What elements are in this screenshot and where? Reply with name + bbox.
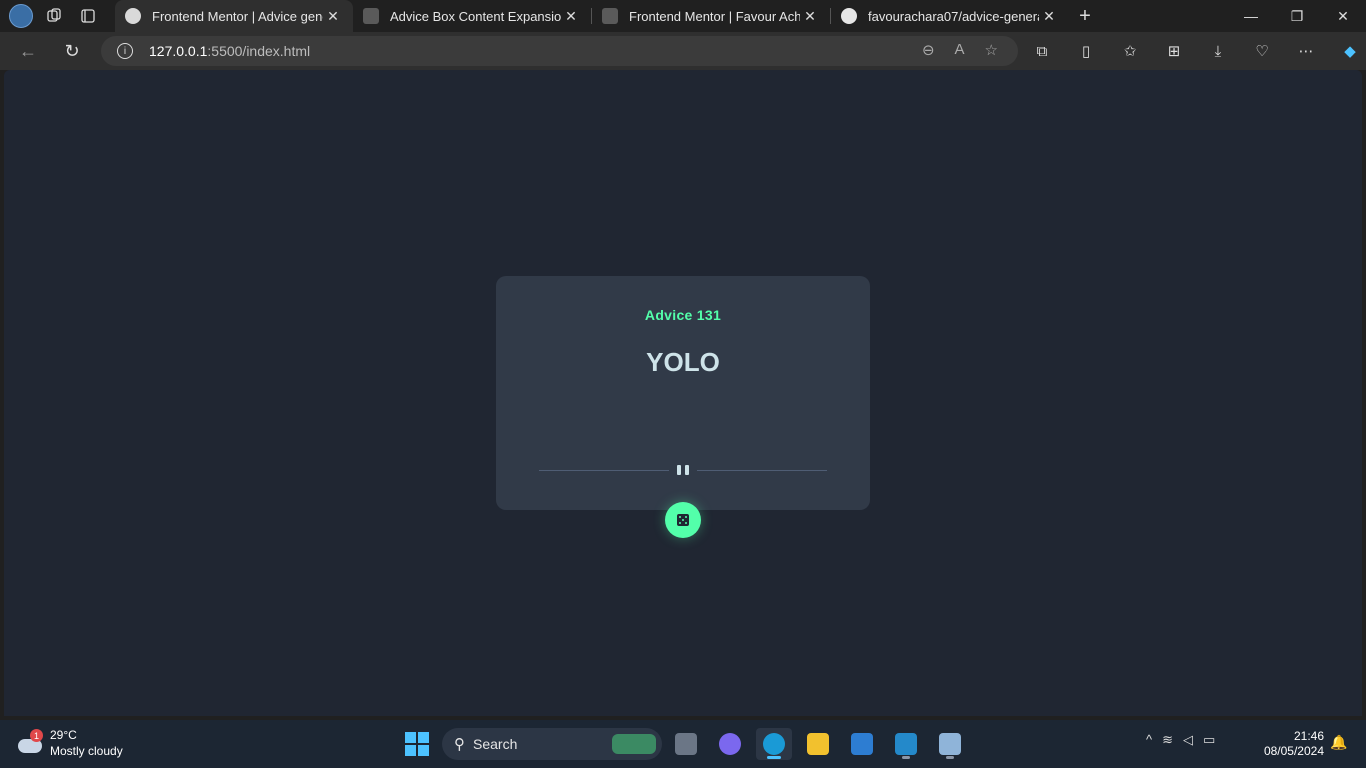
read-aloud-icon[interactable]: A [955,41,965,59]
close-tab-icon[interactable]: ✕ [800,8,820,25]
battery-icon[interactable]: ▭ [1203,732,1215,748]
page-viewport: Advice 131 YOLO [4,70,1362,716]
cloudy-weather-icon: 1 [16,729,44,755]
tab-advice-box[interactable]: Advice Box Content Expansion ✕ [353,0,591,32]
collections-icon[interactable]: ⊞ [1152,36,1196,66]
split-screen-icon[interactable]: ▯ [1064,36,1108,66]
back-icon[interactable]: ← [10,36,46,66]
browser-essentials-icon[interactable]: ♡ [1240,36,1284,66]
new-tab-icon[interactable]: + [1069,0,1101,32]
volume-icon[interactable]: ◁ [1183,732,1193,748]
wifi-icon[interactable]: ≋ [1162,732,1173,748]
advice-card: Advice 131 YOLO [496,276,870,510]
taskbar-search[interactable]: ⚲ Search [442,728,662,760]
windows-start-icon[interactable] [405,732,429,756]
pattern-divider [539,465,827,475]
tab-actions-icon[interactable] [75,3,101,29]
profile-avatar[interactable] [9,4,33,28]
close-tab-icon[interactable]: ✕ [561,8,581,25]
close-tab-icon[interactable]: ✕ [1039,8,1059,25]
more-menu-icon[interactable]: ⋯ [1284,36,1328,66]
github-favicon-icon [841,8,857,24]
frontend-mentor-favicon-icon [125,8,141,24]
notification-bell-icon[interactable]: 🔔 [1330,734,1347,751]
clock-time: 21:46 [1293,729,1324,743]
notification-badge: 1 [30,729,43,742]
close-tab-icon[interactable]: ✕ [323,8,343,25]
system-clock[interactable]: 21:46 08/05/2024 [1258,729,1324,759]
divider-line [697,469,827,471]
microsoft-store-icon[interactable] [844,728,880,760]
workspaces-icon[interactable] [41,3,67,29]
weather-widget[interactable]: 1 29°C Mostly cloudy [16,727,123,759]
window-controls: — ❐ ✕ [1228,0,1366,32]
zoom-icon[interactable]: ⊖ [922,41,935,59]
tab-github-repo[interactable]: favourachara07/advice-generator ✕ [831,0,1069,32]
extensions-icon[interactable]: ⧉ [1020,36,1064,66]
divider-line [539,469,669,471]
site-info-icon[interactable]: i [117,43,133,59]
close-window-icon[interactable]: ✕ [1320,0,1366,32]
teams-chat-icon[interactable] [712,728,748,760]
downloads-icon[interactable]: ⤓ [1196,36,1240,66]
favorite-star-icon[interactable]: ☆ [985,41,998,59]
system-tray: ^ ≋ ◁ ▭ [1146,732,1215,748]
file-explorer-icon[interactable] [800,728,836,760]
pause-icon [669,465,697,475]
generate-advice-button[interactable] [665,502,701,538]
url-path: :5500/index.html [207,43,311,59]
tab-title: Frontend Mentor | Favour Achara [629,8,800,24]
browser-toolbar: ← ↻ i 127.0.0.1:5500/index.html ⊖ A ☆ ⧉ … [0,32,1366,70]
chatgpt-favicon-icon [363,8,379,24]
search-icon: ⚲ [454,736,465,753]
refresh-icon[interactable]: ↻ [54,36,90,66]
tab-title: favourachara07/advice-generator [868,8,1039,24]
search-label: Search [473,736,518,752]
clock-date: 08/05/2024 [1263,744,1324,758]
url-host: 127.0.0.1 [149,43,208,59]
weather-temperature: 29°C [50,728,77,742]
copilot-icon[interactable]: ◆ [1328,36,1366,66]
search-highlight-image [612,734,656,754]
dice-icon [677,514,689,526]
edge-browser-icon[interactable] [756,728,792,760]
restore-icon[interactable]: ❐ [1274,0,1320,32]
frontend-mentor-favicon-icon [602,8,618,24]
url-text: 127.0.0.1:5500/index.html [149,43,310,59]
photos-app-icon[interactable] [932,728,968,760]
advice-id-label: Advice 131 [644,307,722,323]
tab-title: Advice Box Content Expansion [390,8,561,24]
weather-description: Mostly cloudy [50,744,123,758]
favorites-icon[interactable]: ✩ [1108,36,1152,66]
chevron-up-icon[interactable]: ^ [1146,732,1152,748]
task-view-icon[interactable] [668,728,704,760]
windows-taskbar: 1 29°C Mostly cloudy ⚲ Search ^ ≋ ◁ ▭ 21… [0,720,1366,768]
minimize-icon[interactable]: — [1228,0,1274,32]
tab-frontend-mentor-profile[interactable]: Frontend Mentor | Favour Achara ✕ [592,0,830,32]
vscode-icon[interactable] [888,728,924,760]
tab-title: Frontend Mentor | Advice genera [152,8,323,24]
address-bar[interactable]: i 127.0.0.1:5500/index.html ⊖ A ☆ [101,36,1018,66]
browser-tab-strip: Frontend Mentor | Advice genera ✕ Advice… [0,0,1366,32]
advice-quote: YOLO [646,347,720,377]
tab-advice-generator[interactable]: Frontend Mentor | Advice genera ✕ [115,0,353,32]
